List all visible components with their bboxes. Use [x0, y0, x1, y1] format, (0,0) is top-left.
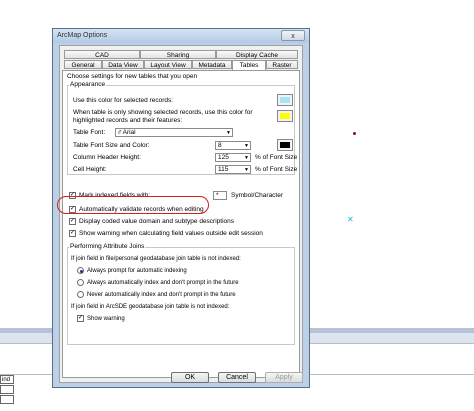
tab-display-cache[interactable]: Display Cache [216, 50, 298, 59]
cancel-button[interactable]: Cancel [218, 372, 256, 383]
selected-color-label: Use this color for selected records: [73, 97, 174, 104]
chevron-down-icon: ▼ [244, 143, 249, 149]
annotation-highlight-ellipse [57, 196, 209, 214]
font-color-picker[interactable] [277, 139, 293, 151]
symbol-label: Symbol/Character [231, 192, 284, 199]
background-table-cell-3[interactable] [0, 395, 14, 404]
file-gdb-join-label: If join field in file/personal geodataba… [71, 256, 241, 262]
radio-always-prompt-label: Always prompt for automatic indexing [87, 268, 187, 274]
table-font-select[interactable]: 𝒪 Arial ▼ [115, 128, 233, 137]
radio-never-index-label: Never automatically index and don't prom… [87, 292, 236, 298]
tab-metadata[interactable]: Metadata [192, 60, 232, 69]
show-warning-calc-label: Show warning when calculating field valu… [79, 230, 263, 237]
intro-text: Choose settings for new tables that you … [67, 73, 198, 80]
tab-sharing[interactable]: Sharing [140, 50, 216, 59]
dialog-titlebar[interactable]: ArcMap Options x [53, 29, 309, 43]
cell-height-unit: % of Font Size [255, 166, 298, 173]
header-height-label: Column Header Height: [73, 154, 141, 161]
header-height-value: 125 [218, 154, 229, 161]
cell-height-select[interactable]: 115 ▼ [215, 165, 251, 174]
background-table-cell-2[interactable] [0, 385, 14, 394]
close-button[interactable]: x [281, 30, 305, 41]
size-label: Table Font Size and Color: [73, 142, 150, 149]
radio-always-prompt[interactable] [77, 267, 84, 274]
highlight-color-picker[interactable] [277, 110, 293, 122]
tab-raster[interactable]: Raster [266, 60, 298, 69]
selected-color-picker[interactable] [277, 94, 293, 106]
mark-symbol-value: * [216, 192, 219, 199]
ok-button[interactable]: OK [171, 372, 209, 383]
tables-tab-content: Choose settings for new tables that you … [62, 70, 300, 378]
cell-height-value: 115 [218, 166, 229, 173]
dialog-title: ArcMap Options [57, 32, 108, 39]
cursor-marker-icon: ✕ [347, 215, 354, 224]
tab-tables[interactable]: Tables [232, 60, 266, 70]
header-height-unit: % of Font Size [255, 154, 298, 161]
radio-always-index-label: Always automatically index and don't pro… [87, 280, 239, 286]
attribute-joins-label: Performing Attribute Joins [69, 243, 146, 251]
coded-domain-checkbox[interactable]: ✓ [69, 218, 76, 225]
cell-height-label: Cell Height: [73, 166, 107, 173]
highlight-label-line2: highlighted records and their features: [73, 117, 183, 124]
coded-domain-label: Display coded value domain and subtype d… [79, 218, 235, 225]
selected-color-swatch [280, 97, 290, 103]
apply-button[interactable]: Apply [265, 372, 303, 383]
font-label: Table Font: [73, 129, 106, 136]
highlight-color-swatch [280, 113, 290, 119]
chevron-down-icon: ▼ [244, 155, 249, 161]
chevron-down-icon: ▼ [244, 167, 249, 173]
tab-data-view[interactable]: Data View [102, 60, 144, 69]
tab-layout-view[interactable]: Layout View [144, 60, 192, 69]
font-size-value: 8 [218, 142, 222, 149]
appearance-label: Appearance [69, 81, 107, 89]
mark-symbol-input[interactable]: * [213, 191, 227, 200]
background-table-cell[interactable]: ind [0, 375, 14, 384]
tab-cad[interactable]: CAD [64, 50, 140, 59]
font-size-select[interactable]: 8 ▼ [215, 141, 251, 150]
radio-always-index[interactable] [77, 279, 84, 286]
radio-never-index[interactable] [77, 291, 84, 298]
highlight-label-line1: When table is only showing selected reco… [73, 109, 253, 116]
font-color-swatch [280, 142, 290, 148]
tab-general[interactable]: General [64, 60, 102, 69]
show-warning-checkbox[interactable]: ✓ [77, 315, 84, 322]
map-point-marker [353, 132, 356, 135]
sde-join-label: If join field in ArcSDE geodatabase join… [71, 304, 230, 310]
font-select-value: Arial [122, 129, 136, 136]
chevron-down-icon: ▼ [226, 130, 231, 136]
tab-panel: CAD Sharing Display Cache General Data V… [59, 45, 303, 383]
show-warning-calc-checkbox[interactable]: ✓ [69, 230, 76, 237]
show-warning-label: Show warning [87, 316, 125, 322]
header-height-select[interactable]: 125 ▼ [215, 153, 251, 162]
font-type-icon: 𝒪 [118, 130, 122, 136]
